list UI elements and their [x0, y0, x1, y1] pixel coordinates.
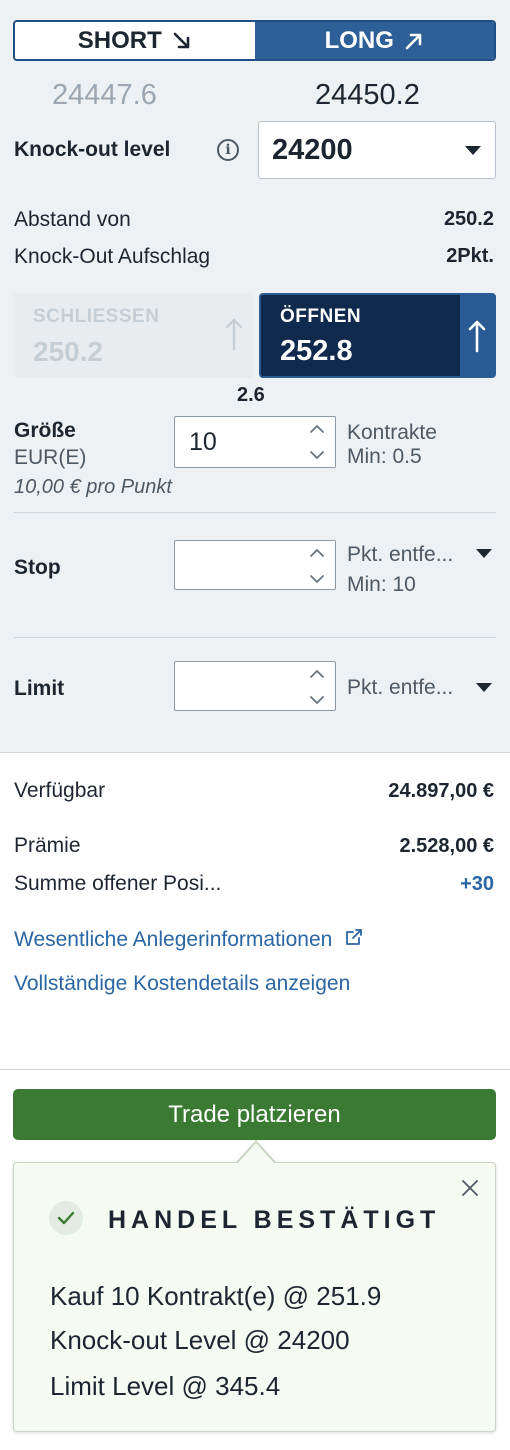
ko-premium-value: 2Pkt.: [446, 245, 494, 267]
distance-label: Abstand von: [14, 208, 131, 231]
divider: [14, 637, 496, 638]
cost-details-link[interactable]: Vollständige Kostendetails anzeigen: [14, 972, 350, 996]
available-value: 24.897,00 €: [388, 780, 494, 802]
direction-toggle: SHORT LONG: [13, 20, 496, 61]
limit-type-select[interactable]: Pkt. entfe...: [347, 676, 453, 700]
stop-input[interactable]: [174, 540, 336, 590]
close-tile-price: 250.2: [33, 336, 104, 367]
chevron-down-icon[interactable]: [476, 549, 492, 558]
confirmation-line: Limit Level @ 345.4: [50, 1371, 281, 1401]
close-tile[interactable]: SCHLIESSEN 250.2: [13, 293, 253, 378]
popover-pointer-fill: [238, 1143, 274, 1163]
chevron-down-icon[interactable]: [476, 683, 492, 692]
short-label: SHORT: [77, 26, 162, 54]
distance-value: 250.2: [443, 208, 494, 230]
info-icon[interactable]: i: [217, 139, 239, 161]
buy-price: 24450.2: [315, 79, 420, 111]
stop-min: Min: 10: [347, 573, 416, 596]
divider: [14, 512, 496, 513]
open-positions-label: Summe offener Posi...: [14, 872, 222, 895]
size-min: Min: 0.5: [347, 445, 422, 468]
size-currency: EUR(E): [14, 446, 87, 469]
premium-value: 2.528,00 €: [399, 835, 494, 857]
place-trade-button[interactable]: Trade platzieren: [13, 1089, 496, 1140]
stepper-icon[interactable]: [309, 547, 325, 585]
divider: [0, 1069, 510, 1070]
checkmark-icon: [49, 1201, 83, 1235]
kid-link[interactable]: Wesentliche Anlegerinformationen: [14, 927, 364, 952]
size-label: Größe: [14, 419, 76, 442]
close-icon[interactable]: [461, 1179, 479, 1202]
knockout-level-value: 24200: [272, 134, 353, 166]
spread-value: 2.6: [237, 384, 265, 406]
limit-input[interactable]: [174, 661, 336, 711]
ko-premium-label: Knock-Out Aufschlag: [14, 245, 211, 268]
kid-link-label: Wesentliche Anlegerinformationen: [14, 928, 333, 951]
limit-label: Limit: [14, 677, 65, 700]
available-label: Verfügbar: [14, 779, 106, 802]
stepper-icon[interactable]: [309, 423, 325, 461]
per-point-value: 10,00 € pro Punkt: [14, 476, 172, 498]
confirmation-line: Kauf 10 Kontrakt(e) @ 251.9: [50, 1281, 382, 1311]
stop-label: Stop: [14, 556, 61, 579]
open-positions-value[interactable]: +30: [460, 873, 494, 896]
divider: [0, 752, 510, 753]
open-tile-label: ÖFFNEN: [280, 306, 362, 327]
arrow-down-right-icon: [172, 31, 192, 51]
open-tile-price: 252.8: [280, 335, 353, 367]
arrow-up-icon: [460, 295, 494, 376]
stop-type-select[interactable]: Pkt. entfe...: [347, 543, 453, 567]
arrow-up-right-icon: [404, 31, 424, 51]
premium-label: Prämie: [14, 834, 81, 857]
confirmation-title: HANDEL BESTÄTIGT: [108, 1206, 441, 1234]
open-tile[interactable]: ÖFFNEN 252.8: [259, 293, 496, 378]
size-unit: Kontrakte: [347, 421, 437, 444]
external-link-icon: [346, 929, 363, 945]
stepper-icon[interactable]: [309, 668, 325, 706]
long-label: LONG: [324, 26, 394, 54]
confirmation-line: Knock-out Level @ 24200: [50, 1325, 350, 1355]
size-input[interactable]: 10: [174, 416, 336, 468]
close-tile-label: SCHLIESSEN: [33, 306, 160, 327]
arrow-up-icon: [225, 317, 243, 356]
short-button[interactable]: SHORT: [15, 22, 255, 59]
knockout-level-select[interactable]: 24200: [258, 121, 496, 179]
chevron-down-icon: [465, 146, 481, 155]
sell-price: 24447.6: [52, 79, 157, 111]
knockout-level-label: Knock-out level: [14, 138, 171, 161]
long-button[interactable]: LONG: [254, 22, 494, 59]
trade-confirmation-popover: HANDEL BESTÄTIGT Kauf 10 Kontrakt(e) @ 2…: [13, 1162, 496, 1432]
size-input-value: 10: [189, 428, 217, 456]
